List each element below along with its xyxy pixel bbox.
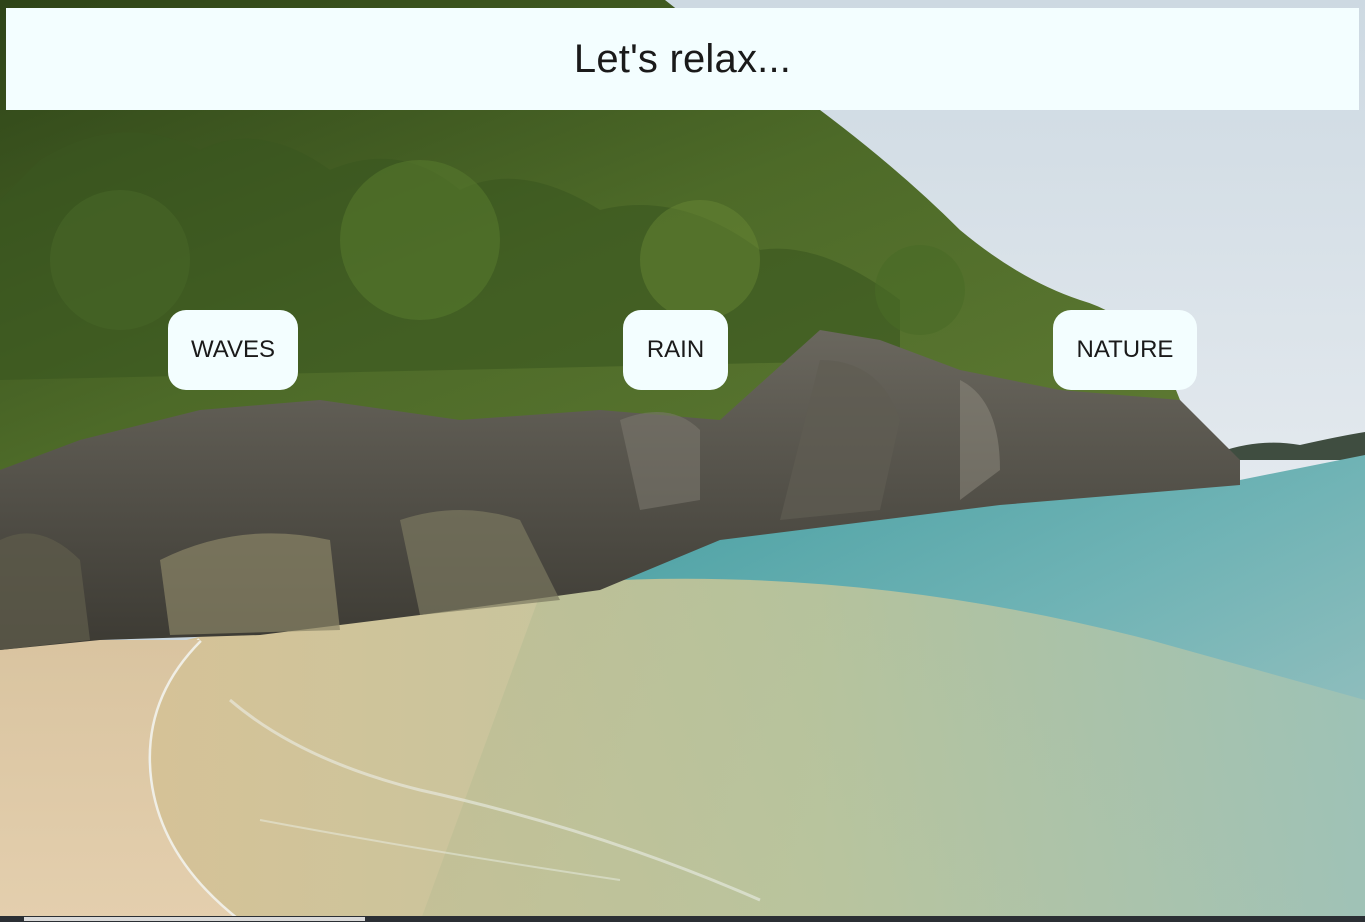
beach-landscape-image (0, 0, 1365, 922)
page-title: Let's relax... (573, 36, 792, 81)
background-scene (0, 0, 1365, 922)
header-bar: Let's relax... (6, 8, 1359, 110)
rain-button[interactable]: RAIN (623, 310, 728, 390)
video-progress-fill (24, 917, 365, 921)
video-progress-track[interactable] (0, 916, 1365, 922)
waves-button[interactable]: WAVES (168, 310, 298, 390)
nature-button[interactable]: NATURE (1053, 310, 1197, 390)
